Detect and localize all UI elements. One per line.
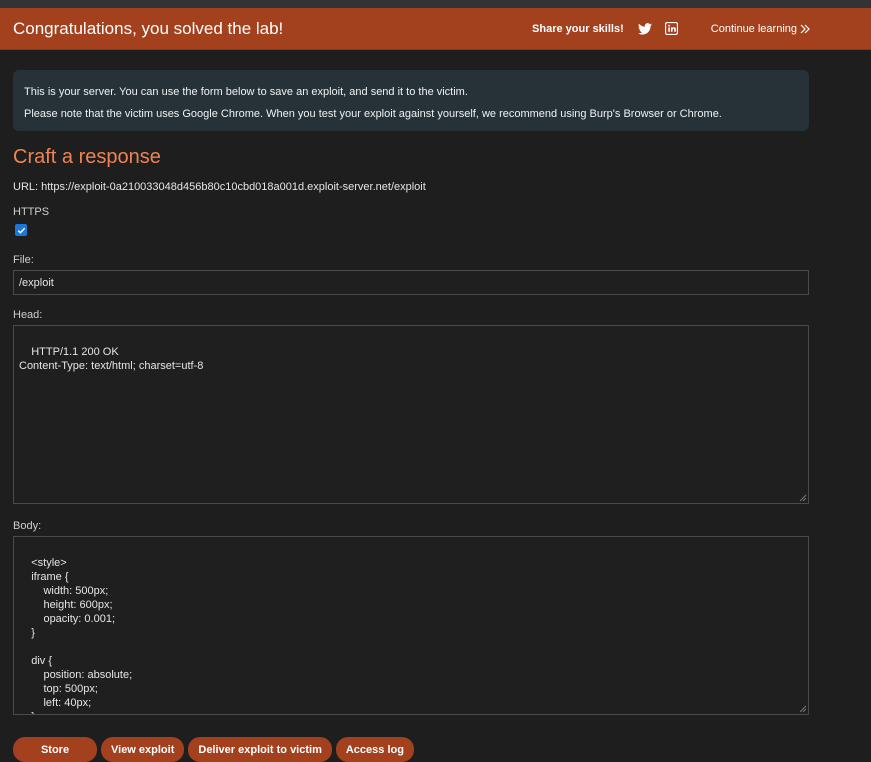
share-section: Share your skills! Continue learning	[532, 21, 858, 37]
page-title: Craft a response	[13, 146, 161, 168]
access-log-button[interactable]: Access log	[335, 737, 414, 762]
main-content: This is your server. You can use the for…	[0, 50, 871, 762]
store-button[interactable]: Store	[13, 737, 97, 762]
head-text: HTTP/1.1 200 OK Content-Type: text/html;…	[19, 346, 204, 372]
file-label: File:	[13, 254, 34, 266]
file-input[interactable]: /exploit	[13, 270, 809, 295]
solved-banner: Congratulations, you solved the lab! Sha…	[0, 8, 871, 50]
body-textarea[interactable]: <style> iframe { width: 500px; height: 6…	[13, 536, 809, 715]
resize-handle-icon[interactable]	[798, 493, 807, 502]
body-label: Body:	[13, 520, 42, 532]
info-line-2: Please note that the victim uses Google …	[24, 108, 722, 120]
https-checkbox[interactable]	[15, 224, 27, 236]
deliver-exploit-button[interactable]: Deliver exploit to victim	[188, 737, 332, 762]
share-label: Share your skills!	[532, 22, 624, 35]
https-label: HTTPS	[13, 206, 50, 218]
banner-title: Congratulations, you solved the lab!	[13, 18, 284, 38]
info-line-1: This is your server. You can use the for…	[24, 86, 468, 98]
double-chevron-right-icon	[800, 24, 810, 33]
linkedin-icon[interactable]	[664, 21, 680, 37]
twitter-icon[interactable]	[637, 21, 653, 37]
checkmark-icon	[17, 227, 25, 234]
continue-learning-link[interactable]: Continue learning	[711, 23, 810, 35]
server-info-box: This is your server. You can use the for…	[13, 70, 809, 131]
view-exploit-button[interactable]: View exploit	[101, 737, 185, 762]
body-text: <style> iframe { width: 500px; height: 6…	[31, 557, 133, 714]
resize-handle-icon[interactable]	[798, 704, 807, 713]
head-label: Head:	[13, 309, 43, 321]
exploit-url: URL: https://exploit-0a210033048d456b80c…	[13, 181, 426, 193]
top-strip	[0, 0, 871, 8]
head-textarea[interactable]: HTTP/1.1 200 OK Content-Type: text/html;…	[13, 325, 809, 504]
continue-learning-label: Continue learning	[710, 22, 797, 35]
action-buttons: Store View exploit Deliver exploit to vi…	[13, 737, 809, 762]
